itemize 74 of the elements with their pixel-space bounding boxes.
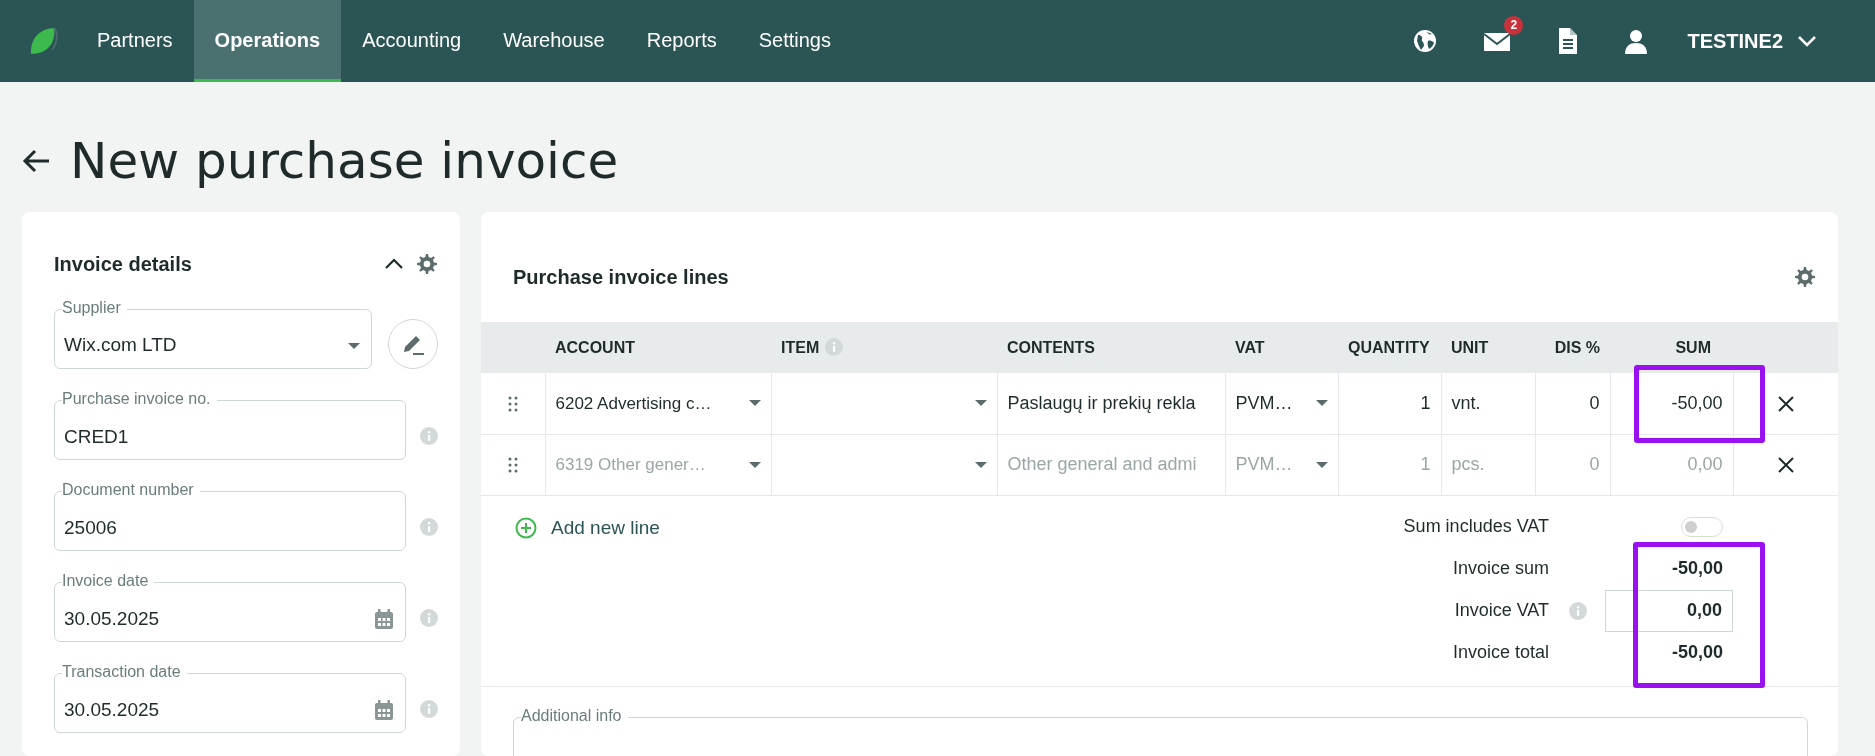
toggle-label: Sum includes VAT — [1403, 515, 1550, 538]
leaf-logo-icon[interactable] — [28, 26, 58, 56]
column-header: QUANTITY — [1348, 338, 1430, 356]
table-cell: Paslaugų ir prekių rekla — [997, 373, 1225, 434]
user-icon[interactable] — [1624, 27, 1649, 55]
column-header: ACCOUNT — [555, 338, 635, 356]
field-value: 30.05.2025 — [64, 697, 161, 722]
drag-handle-icon[interactable] — [507, 396, 518, 412]
nav-tab[interactable]: Operations — [193, 0, 342, 82]
total-label: Invoice total — [1451, 641, 1550, 664]
table-cell: 1 — [1338, 373, 1441, 434]
globe-icon[interactable] — [1413, 29, 1438, 53]
dropdown-caret-icon — [748, 461, 761, 468]
field-value: 30.05.2025 — [64, 606, 161, 631]
field-value: CRED1 — [64, 424, 130, 449]
column-header: SUM — [1675, 338, 1711, 356]
edit-button[interactable] — [388, 319, 438, 369]
table-cell: 1 — [1338, 434, 1441, 495]
dropdown-caret-icon — [974, 400, 987, 407]
account-value: 6319 Other gener… — [555, 453, 706, 476]
settings-icon[interactable] — [1794, 266, 1816, 288]
total-label: Invoice VAT — [1453, 599, 1550, 622]
table-cell: 0 — [1535, 373, 1610, 434]
total-value: -50,00 — [1670, 641, 1724, 664]
dropdown-caret-icon — [1315, 400, 1328, 407]
document-icon[interactable] — [1557, 27, 1579, 55]
dropdown-caret-icon — [348, 342, 360, 349]
nav-tab[interactable]: Accounting — [341, 0, 483, 82]
calendar-icon[interactable] — [374, 700, 394, 720]
nav-tab[interactable]: Reports — [625, 0, 738, 82]
field-value: Wix.com LTD — [64, 333, 178, 358]
mail-icon[interactable] — [1483, 30, 1512, 52]
select-cell[interactable]: 6202 Advertising c… — [545, 373, 771, 434]
column-header: VAT — [1235, 338, 1265, 356]
add-line-link[interactable]: Add new line — [515, 513, 660, 542]
table-cell: Other general and admi — [997, 434, 1225, 495]
table-cell: vnt. — [1441, 373, 1535, 434]
column-header: UNIT — [1451, 338, 1489, 356]
close-icon[interactable] — [1776, 456, 1795, 475]
notification-count: 2 — [1504, 16, 1524, 35]
nav-tab[interactable]: Warehouse — [482, 0, 626, 82]
table-cell: -50,00 — [1610, 373, 1733, 434]
back-arrow-icon[interactable] — [22, 147, 52, 175]
card-title: Purchase invoice lines — [513, 265, 730, 289]
close-icon[interactable] — [1776, 395, 1795, 413]
column-header: CONTENTS — [1007, 338, 1095, 356]
drag-handle-icon[interactable] — [507, 457, 518, 474]
card-title: Invoice details — [54, 252, 193, 276]
calendar-icon[interactable] — [374, 609, 394, 629]
column-header: DIS % — [1554, 338, 1600, 356]
nav-tab[interactable]: Settings — [737, 0, 852, 82]
vat-value: PVM… — [1235, 391, 1293, 415]
toggle-switch[interactable] — [1681, 516, 1723, 537]
table-cell: 0 — [1535, 434, 1610, 495]
column-header: ITEM — [781, 338, 820, 356]
nav-tab[interactable]: Partners — [76, 0, 194, 82]
plus-circle-icon — [515, 516, 537, 539]
settings-icon[interactable] — [416, 253, 438, 275]
dropdown-caret-icon — [974, 461, 987, 468]
table-cell: pcs. — [1441, 434, 1535, 495]
page-title: New purchase invoice — [70, 131, 619, 191]
total-label: Invoice sum — [1451, 557, 1550, 580]
table-cell: 0,00 — [1610, 434, 1733, 495]
select-cell[interactable] — [771, 434, 997, 495]
field-value: 25006 — [64, 515, 118, 540]
total-value: -50,00 — [1670, 557, 1724, 580]
select-cell[interactable]: PVM… — [1225, 373, 1338, 434]
select-cell[interactable] — [771, 373, 997, 434]
vat-value: PVM… — [1235, 453, 1293, 476]
vat-amount-field[interactable]: 0,00 — [1605, 589, 1733, 632]
user-menu-button[interactable]: TESTINE2 — [1681, 25, 1823, 57]
dropdown-caret-icon — [748, 400, 761, 407]
account-value: 6202 Advertising c… — [555, 392, 712, 415]
dropdown-caret-icon — [1315, 461, 1328, 468]
